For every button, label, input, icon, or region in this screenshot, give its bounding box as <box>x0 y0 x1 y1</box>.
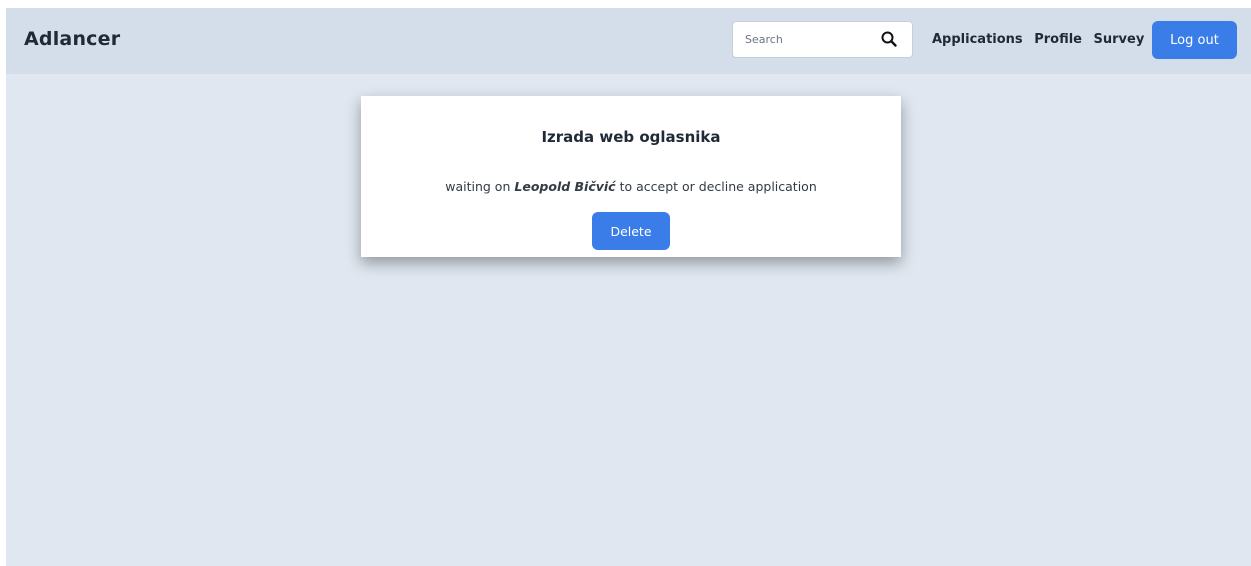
navbar: Adlancer Applications Profile Survey Log… <box>6 8 1251 74</box>
nav-link-survey[interactable]: Survey <box>1094 32 1145 47</box>
application-status: waiting on Leopold Bičvić to accept or d… <box>361 179 901 194</box>
app-frame: Adlancer Applications Profile Survey Log… <box>6 8 1251 566</box>
application-title: Izrada web oglasnika <box>541 128 721 146</box>
delete-button[interactable]: Delete <box>592 212 670 250</box>
nav-link-profile[interactable]: Profile <box>1034 32 1082 47</box>
status-suffix: to accept or decline application <box>619 179 817 194</box>
search-box <box>732 21 913 58</box>
search-icon[interactable] <box>880 30 898 48</box>
nav-links: Applications Profile Survey <box>932 32 1151 47</box>
application-card: Izrada web oglasnika waiting on Leopold … <box>361 96 901 257</box>
nav-link-applications[interactable]: Applications <box>932 32 1023 47</box>
applicant-name: Leopold Bičvić <box>514 179 616 194</box>
search-input[interactable] <box>741 28 879 51</box>
status-prefix: waiting on <box>445 179 511 194</box>
brand-logo[interactable]: Adlancer <box>24 28 120 50</box>
logout-button[interactable]: Log out <box>1152 21 1237 59</box>
